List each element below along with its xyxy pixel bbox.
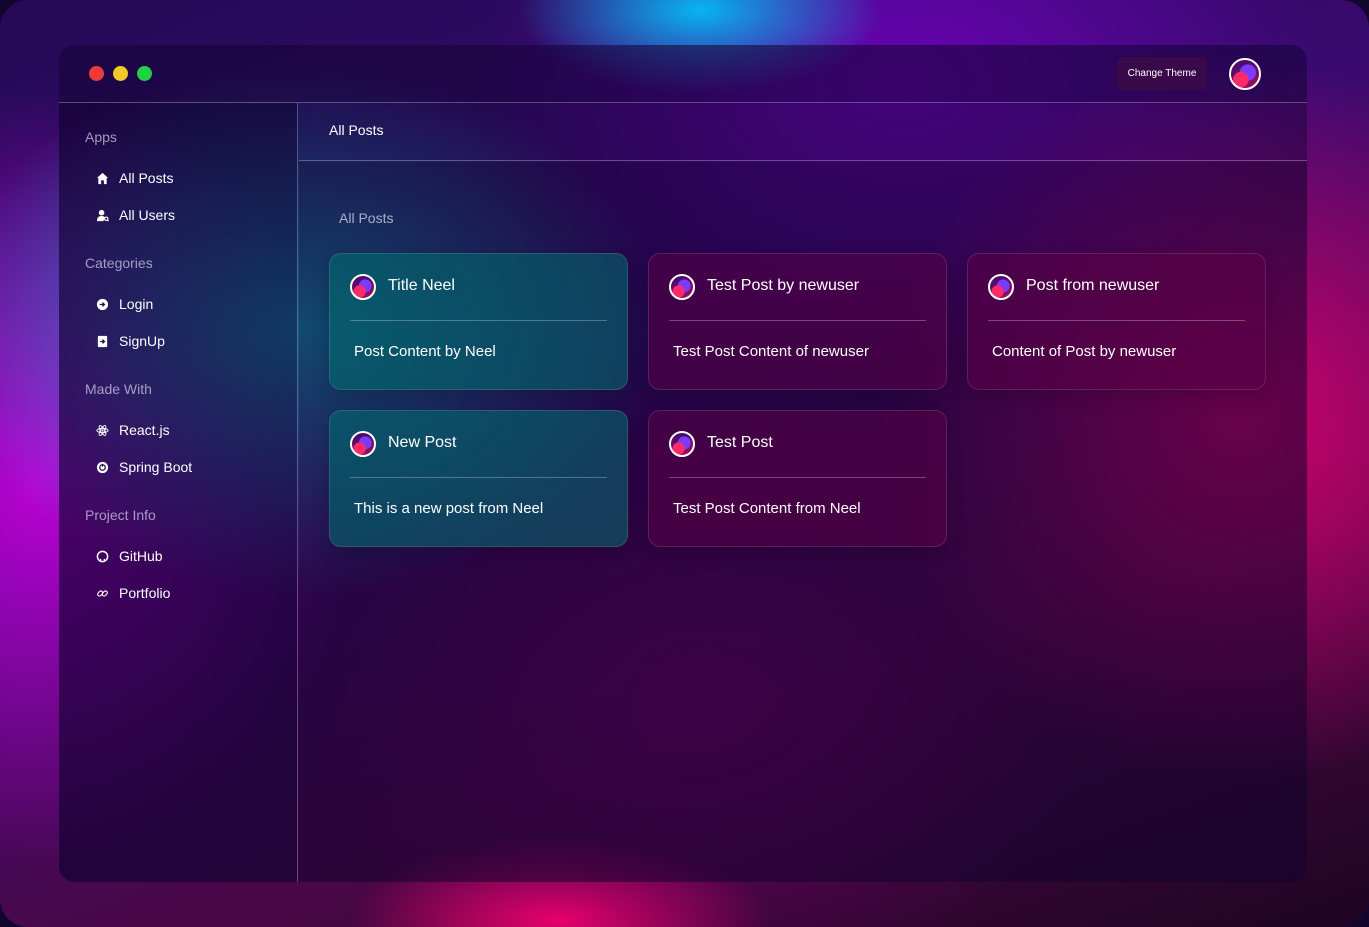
title-bar: Change Theme	[59, 45, 1307, 103]
user-avatar[interactable]	[1229, 58, 1261, 90]
sidebar-item-label: All Posts	[119, 170, 174, 186]
signup-icon	[95, 334, 109, 348]
maximize-window-button[interactable]	[137, 66, 152, 81]
desktop-background: Change Theme Apps All Posts All Users Ca…	[0, 0, 1369, 927]
card-divider	[669, 477, 926, 478]
sidebar-item-login[interactable]: Login	[95, 292, 275, 316]
post-content: Content of Post by newuser	[992, 343, 1177, 360]
sidebar-item-label: Login	[119, 296, 154, 312]
sidebar-item-label: React.js	[119, 422, 170, 438]
card-divider	[669, 320, 926, 321]
post-content: Post Content by Neel	[354, 343, 496, 360]
author-avatar	[669, 431, 695, 457]
sidebar-item-label: Spring Boot	[119, 459, 193, 475]
sidebar-item-signup[interactable]: SignUp	[95, 329, 275, 353]
post-card[interactable]: New Post This is a new post from Neel	[329, 410, 628, 547]
sidebar-item-github[interactable]: GitHub	[95, 544, 275, 568]
main-header: All Posts	[299, 103, 1307, 161]
minimize-window-button[interactable]	[113, 66, 128, 81]
sidebar-item-spring-boot[interactable]: Spring Boot	[95, 455, 275, 479]
post-card[interactable]: Title Neel Post Content by Neel	[329, 253, 628, 390]
sidebar-item-all-users[interactable]: All Users	[95, 203, 275, 227]
app-window: Change Theme Apps All Posts All Users Ca…	[59, 45, 1307, 882]
sidebar-item-portfolio[interactable]: Portfolio	[95, 581, 275, 605]
react-icon	[95, 423, 109, 437]
post-title: Test Post by newuser	[707, 277, 860, 294]
section-heading: All Posts	[339, 210, 394, 226]
spring-icon	[95, 460, 109, 474]
card-divider	[350, 320, 607, 321]
home-icon	[95, 171, 109, 185]
post-card[interactable]: Test Post by newuser Test Post Content o…	[648, 253, 947, 390]
sidebar-item-label: Portfolio	[119, 585, 171, 601]
author-avatar	[988, 274, 1014, 300]
login-icon	[95, 297, 109, 311]
user-icon	[95, 208, 109, 222]
sidebar-section-apps: Apps	[85, 129, 117, 145]
card-divider	[988, 320, 1245, 321]
post-title: Test Post	[707, 434, 773, 451]
author-avatar	[350, 431, 376, 457]
sidebar-item-all-posts[interactable]: All Posts	[95, 166, 275, 190]
post-title: New Post	[388, 434, 457, 451]
sidebar-item-label: All Users	[119, 207, 176, 223]
author-avatar	[669, 274, 695, 300]
posts-content: All Posts Title Neel Post Content by Nee…	[299, 162, 1307, 882]
post-title: Post from newuser	[1026, 277, 1160, 294]
sidebar-item-react[interactable]: React.js	[95, 418, 275, 442]
link-icon	[95, 586, 109, 600]
post-card[interactable]: Post from newuser Content of Post by new…	[967, 253, 1266, 390]
github-icon	[95, 549, 109, 563]
post-content: This is a new post from Neel	[354, 500, 544, 517]
post-card[interactable]: Test Post Test Post Content from Neel	[648, 410, 947, 547]
close-window-button[interactable]	[89, 66, 104, 81]
sidebar: Apps All Posts All Users Categories Logi	[59, 103, 298, 882]
sidebar-section-categories: Categories	[85, 255, 153, 271]
page-title: All Posts	[329, 122, 384, 138]
post-content: Test Post Content from Neel	[673, 500, 861, 517]
sidebar-section-project-info: Project Info	[85, 507, 156, 523]
change-theme-button[interactable]: Change Theme	[1117, 57, 1207, 90]
post-title: Title Neel	[388, 277, 455, 294]
author-avatar	[350, 274, 376, 300]
post-content: Test Post Content of newuser	[673, 343, 869, 360]
card-divider	[350, 477, 607, 478]
sidebar-section-made-with: Made With	[85, 381, 152, 397]
sidebar-item-label: SignUp	[119, 333, 165, 349]
sidebar-item-label: GitHub	[119, 548, 163, 564]
